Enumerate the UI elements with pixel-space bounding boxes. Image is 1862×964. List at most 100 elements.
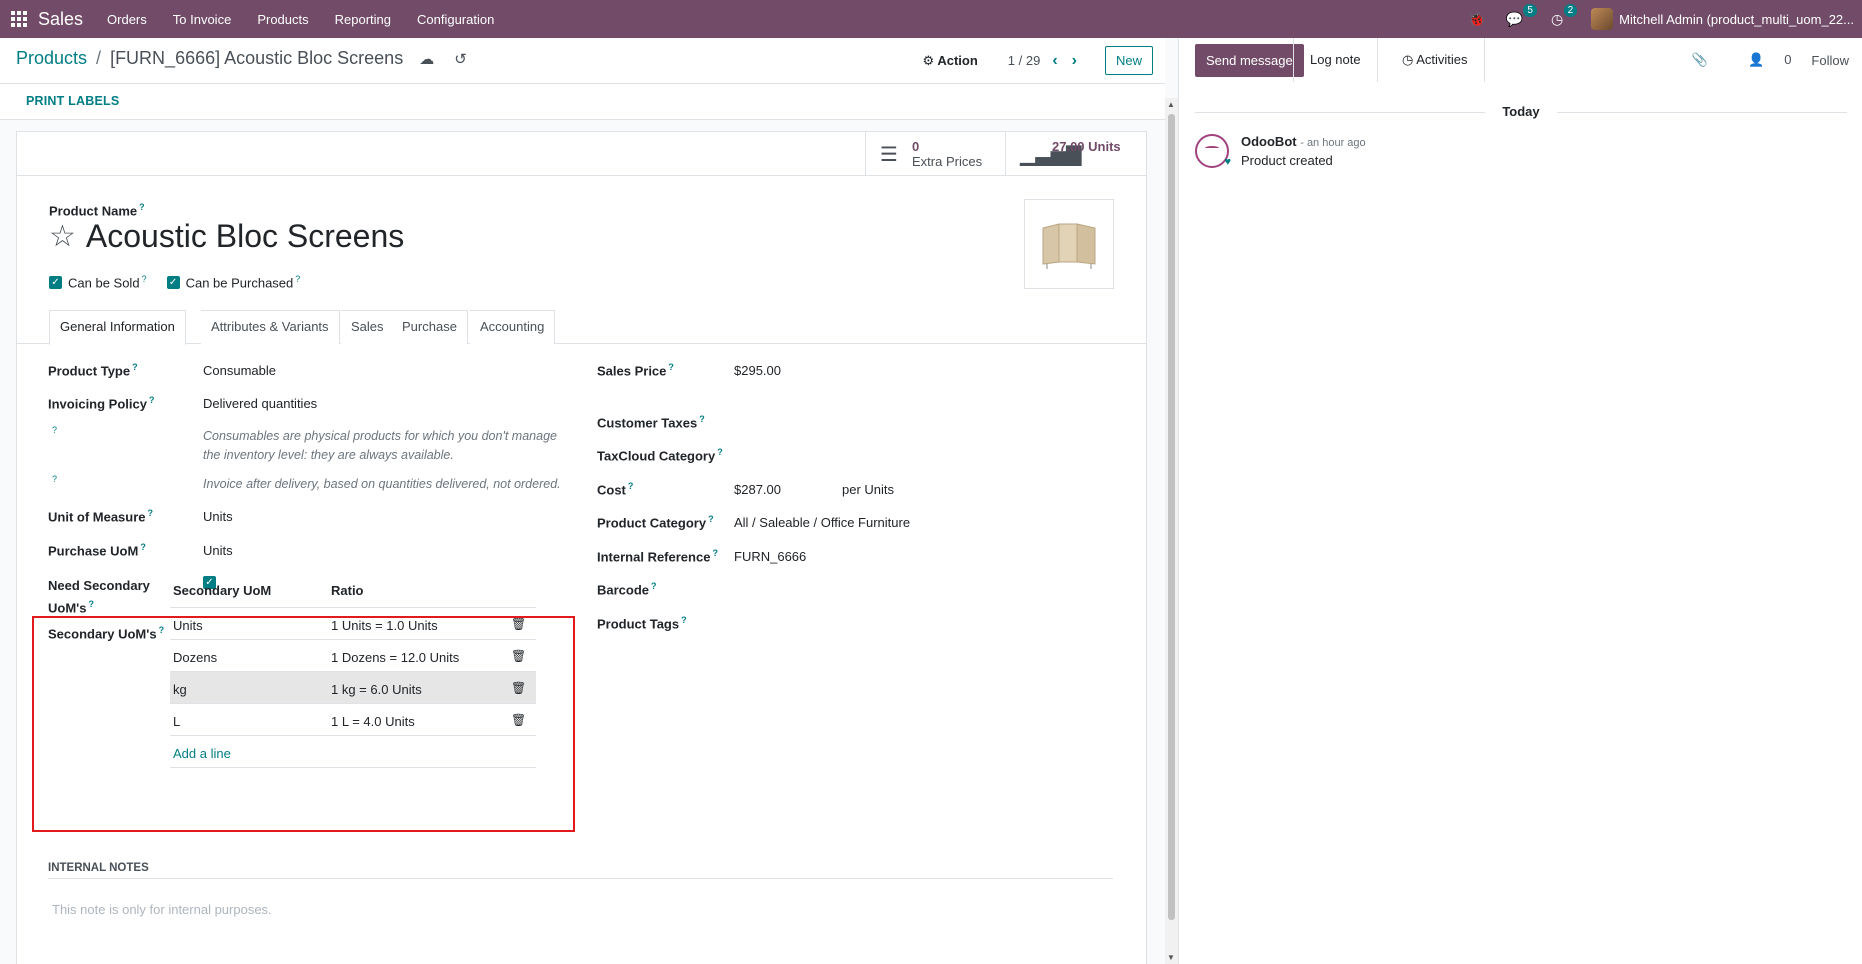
date-separator-today: Today xyxy=(1502,104,1540,119)
menu-orders[interactable]: Orders xyxy=(107,12,147,27)
discard-undo-icon[interactable]: ↺ xyxy=(454,50,467,68)
extra-prices-value: 0 xyxy=(912,139,920,154)
save-cloud-icon[interactable]: ☁ xyxy=(419,50,434,68)
user-icon: 👤 xyxy=(1748,52,1765,67)
help-icon[interactable]: ? xyxy=(52,425,57,435)
debug-bug-icon[interactable]: 🐞 xyxy=(1468,11,1485,28)
print-labels-button[interactable]: PRINT LABELS xyxy=(26,94,119,108)
notebook-tabs: General Information Attributes & Variant… xyxy=(17,310,1146,345)
column-ratio[interactable]: Ratio xyxy=(331,583,364,598)
form-pane: Products / [FURN_6666] Acoustic Bloc Scr… xyxy=(0,38,1178,964)
can-be-sold-checkbox[interactable]: ✓ xyxy=(49,275,62,289)
column-secondary-uom[interactable]: Secondary UoM xyxy=(173,583,271,598)
gear-icon: ⚙ xyxy=(922,52,938,68)
pager-value[interactable]: 1 / 29 xyxy=(1008,53,1041,68)
notes-divider xyxy=(48,878,1113,879)
sold-label: Sold xyxy=(1052,154,1079,169)
extra-prices-label: Extra Prices xyxy=(912,154,983,169)
internal-reference-field[interactable]: FURN_6666 xyxy=(734,549,806,564)
message-time: - an hour ago xyxy=(1300,137,1366,149)
form-sheet: ☰ 0 Extra Prices ▁▃▅▇ 27.00 Units Sold P… xyxy=(16,131,1147,964)
message-author[interactable]: OdooBot xyxy=(1241,134,1297,149)
invoicing-policy-select[interactable]: Delivered quantities xyxy=(203,396,317,411)
highlight-box xyxy=(32,616,575,832)
tab-purchase[interactable]: Purchase xyxy=(392,310,468,344)
control-panel: Products / [FURN_6666] Acoustic Bloc Scr… xyxy=(0,38,1165,84)
menu-products[interactable]: Products xyxy=(257,12,308,27)
invoice-hint: Invoice after delivery, based on quantit… xyxy=(203,477,561,491)
cost-unit: per Units xyxy=(842,482,895,497)
consumable-hint: Consumables are physical products for wh… xyxy=(203,429,557,462)
product-name-input[interactable]: Acoustic Bloc Screens xyxy=(86,218,404,255)
barcode-label: Barcode? xyxy=(597,581,657,598)
smart-button-box: ☰ 0 Extra Prices ▁▃▅▇ 27.00 Units Sold xyxy=(17,132,1146,176)
purchase-uom-field[interactable]: Units xyxy=(203,543,233,558)
can-be-purchased-checkbox[interactable]: ✓ xyxy=(166,275,180,289)
menu-configuration[interactable]: Configuration xyxy=(417,12,494,27)
help-icon[interactable]: ? xyxy=(139,202,145,212)
paperclip-icon[interactable]: 📎 xyxy=(1692,52,1708,68)
odoobot-avatar[interactable]: ♥ xyxy=(1195,134,1231,168)
product-flags: ✓ Can be Sold? ✓ Can be Purchased? xyxy=(49,274,320,290)
new-button[interactable]: New xyxy=(1104,46,1153,75)
tab-accounting[interactable]: Accounting xyxy=(470,310,556,344)
scroll-down-arrow-icon[interactable]: ▼ xyxy=(1167,953,1175,962)
product-image[interactable] xyxy=(1024,199,1114,289)
heart-icon: ♥ xyxy=(1224,156,1231,168)
need-secondary-uom-label: Need Secondary UoM's? xyxy=(48,578,150,616)
activities-clock-icon[interactable]: ◷ 2 xyxy=(1551,3,1578,28)
chatter-toolbar: Send message Log note ◷ Activities 📎 👤 0 … xyxy=(1179,38,1862,82)
extra-prices-button[interactable]: ☰ 0 Extra Prices xyxy=(865,132,1004,176)
follow-button[interactable]: Follow xyxy=(1811,53,1849,68)
product-category-field[interactable]: All / Saleable / Office Furniture xyxy=(734,515,910,530)
pager-previous-icon[interactable]: ‹ xyxy=(1052,52,1057,70)
message-body: Product created xyxy=(1241,153,1333,168)
product-type-select[interactable]: Consumable xyxy=(203,363,276,378)
menu-reporting[interactable]: Reporting xyxy=(335,12,391,27)
sold-value: 27.00 Units xyxy=(1052,139,1121,154)
status-bar: PRINT LABELS xyxy=(0,84,1165,120)
sales-price-field[interactable]: $295.00 xyxy=(734,363,781,378)
table-header: Secondary UoM Ratio xyxy=(170,573,536,608)
send-message-button[interactable]: Send message xyxy=(1195,44,1304,77)
internal-reference-label: Internal Reference? xyxy=(597,548,718,565)
activities-button[interactable]: ◷ Activities xyxy=(1386,38,1485,82)
chatter-panel: Send message Log note ◷ Activities 📎 👤 0 … xyxy=(1178,38,1862,964)
internal-notes-input[interactable]: This note is only for internal purposes. xyxy=(52,902,272,917)
app-name[interactable]: Sales xyxy=(38,9,83,30)
user-menu[interactable]: Mitchell Admin (product_multi_uom_22... xyxy=(1619,12,1854,27)
tab-general-information[interactable]: General Information xyxy=(49,310,186,345)
breadcrumb-products[interactable]: Products xyxy=(16,48,87,69)
sales-price-label: Sales Price? xyxy=(597,362,674,379)
product-type-label: Product Type? xyxy=(48,362,138,379)
cost-field[interactable]: $287.00 xyxy=(734,482,781,497)
followers-button[interactable]: 👤 0 xyxy=(1728,52,1791,68)
log-note-button[interactable]: Log note xyxy=(1293,38,1378,82)
tab-attributes-variants[interactable]: Attributes & Variants xyxy=(201,310,340,344)
menu-to-invoice[interactable]: To Invoice xyxy=(173,12,232,27)
help-icon[interactable]: ? xyxy=(52,474,57,484)
scroll-thumb[interactable] xyxy=(1168,114,1175,920)
messages-icon[interactable]: 💬 5 xyxy=(1506,3,1537,28)
apps-menu-icon[interactable] xyxy=(0,0,38,38)
scroll-up-arrow-icon[interactable]: ▲ xyxy=(1167,100,1175,109)
user-avatar[interactable] xyxy=(1591,8,1614,30)
uom-field[interactable]: Units xyxy=(203,509,233,524)
uom-label: Unit of Measure? xyxy=(48,508,154,525)
favorite-star-icon[interactable]: ☆ xyxy=(49,221,76,252)
messages-badge: 5 xyxy=(1523,3,1537,17)
cost-label: Cost? xyxy=(597,481,634,498)
top-navbar: Sales Orders To Invoice Products Reporti… xyxy=(0,0,1862,38)
signal-chart-icon: ▁▃▅▇ xyxy=(1020,143,1082,166)
action-menu-button[interactable]: ⚙ Action xyxy=(923,53,978,69)
breadcrumb-separator: / xyxy=(96,48,102,68)
tab-sales[interactable]: Sales xyxy=(341,310,395,344)
list-icon: ☰ xyxy=(880,143,898,166)
internal-notes-title: INTERNAL NOTES xyxy=(48,862,149,874)
form-scrollbar[interactable]: ▲ ▼ xyxy=(1165,98,1178,964)
can-be-purchased-label: Can be Purchased? xyxy=(185,274,301,291)
breadcrumb-current: [FURN_6666] Acoustic Bloc Screens xyxy=(110,48,404,68)
purchase-uom-label: Purchase UoM? xyxy=(48,542,146,559)
sold-button[interactable]: ▁▃▅▇ 27.00 Units Sold xyxy=(1005,132,1146,176)
pager-next-icon[interactable]: › xyxy=(1072,52,1077,70)
